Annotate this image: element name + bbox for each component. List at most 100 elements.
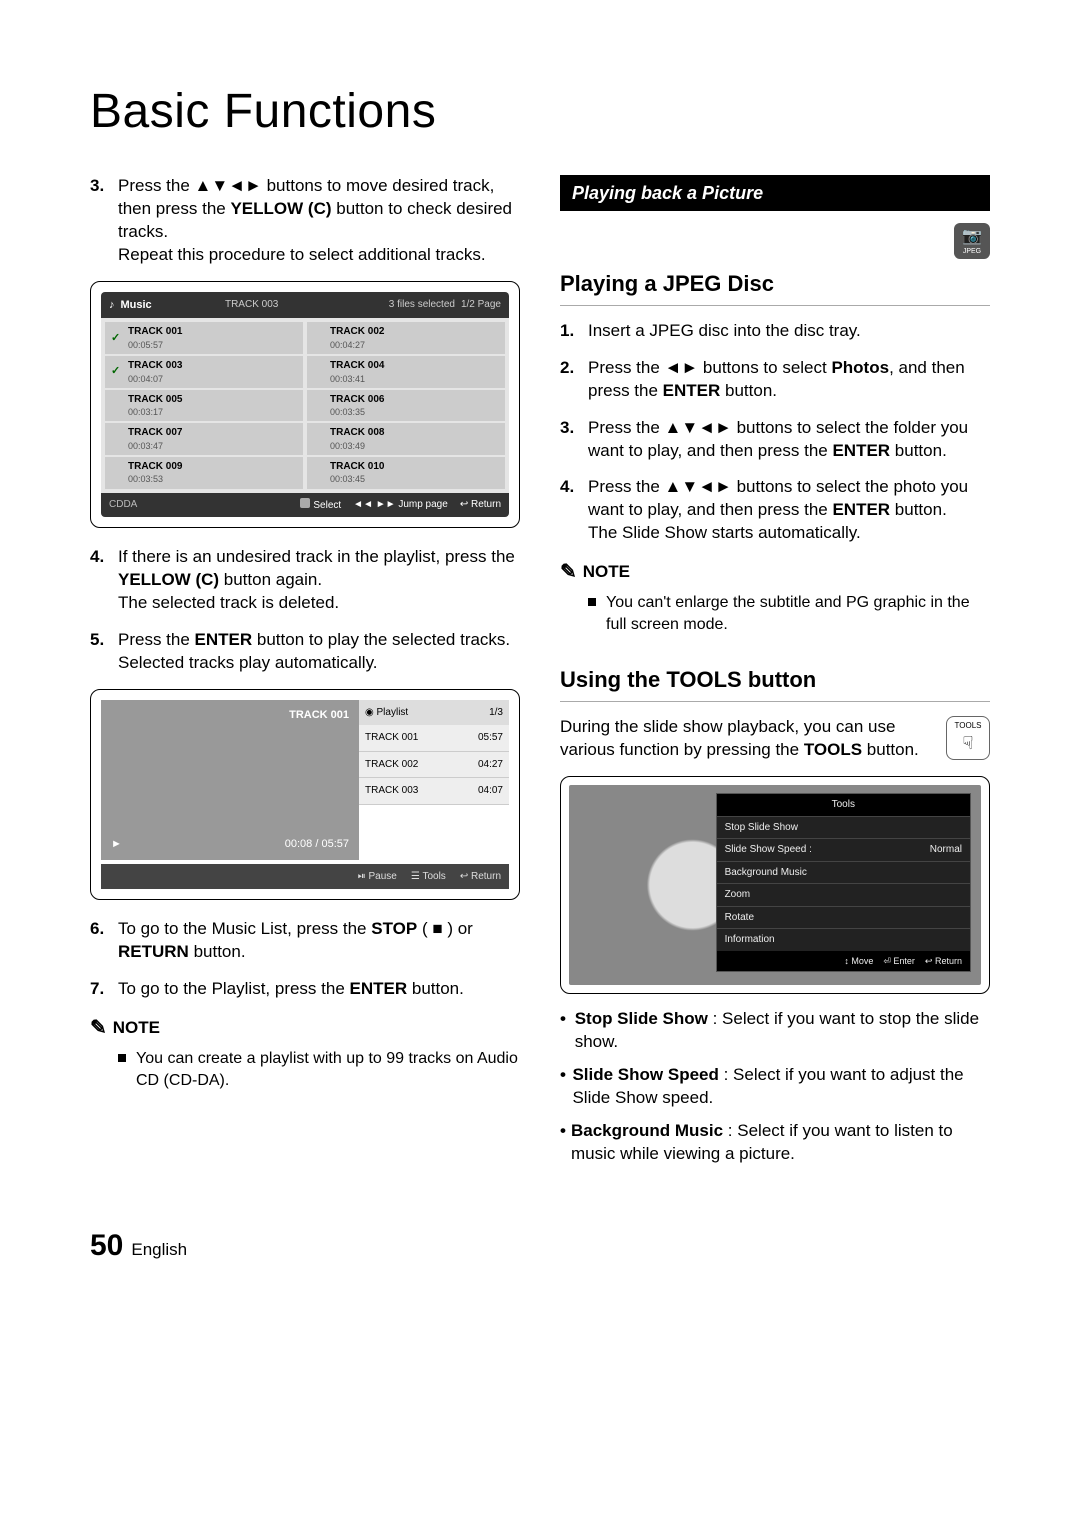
enter-btn: ENTER — [350, 979, 408, 998]
txt: Selected tracks play automatically. — [118, 653, 378, 672]
cdda-label: CDDA — [109, 498, 137, 512]
track-name: TRACK 004 — [330, 359, 384, 373]
track-name: TRACK 002 — [330, 325, 384, 339]
tools-paragraph-wrap: TOOLS ☟ During the slide show playback, … — [560, 716, 990, 762]
txt: Repeat this procedure to select addition… — [118, 245, 486, 264]
tools-screenshot: Tools Stop Slide Show Slide Show Speed :… — [560, 776, 990, 994]
tools-paragraph: During the slide show playback, you can … — [560, 716, 990, 762]
return-hint: ↩ Return — [460, 870, 501, 884]
step-5: 5. Press the ENTER button to play the se… — [90, 629, 520, 675]
step-6: 6. To go to the Music List, press the ST… — [90, 918, 520, 964]
track-name: TRACK 001 — [128, 325, 182, 339]
jpeg-step-2: 2. Press the ◄► buttons to select Photos… — [560, 357, 990, 403]
step-body: Press the ▲▼◄► buttons to select the fol… — [588, 417, 990, 463]
music-list-screenshot: ♪ Music TRACK 003 3 files selected 1/2 P… — [90, 281, 520, 529]
tools-row-label: Slide Show Speed : — [725, 843, 812, 857]
press-hand-icon: ☟ — [963, 731, 974, 755]
txt: Press the — [588, 477, 665, 496]
return-icon: ↩ — [925, 956, 933, 966]
tools-menu-title: Tools — [717, 794, 970, 816]
two-column-layout: 3. Press the ▲▼◄► buttons to move desire… — [90, 175, 990, 1176]
txt: or — [458, 919, 473, 938]
arrow-icons: ▲▼◄► — [665, 418, 732, 437]
txt: button. — [890, 500, 947, 519]
music-title: Music — [121, 298, 219, 313]
track-name: TRACK 003 — [128, 359, 182, 373]
stop-icon: ( ■ ) — [417, 919, 457, 938]
step-body: Insert a JPEG disc into the disc tray. — [588, 320, 990, 343]
music-current: TRACK 003 — [225, 298, 278, 312]
return-btn: RETURN — [118, 942, 189, 961]
return-hint: ↩ Return — [925, 955, 962, 967]
step-7: 7. To go to the Playlist, press the ENTE… — [90, 978, 520, 1001]
step-num: 3. — [560, 417, 588, 463]
playlist-page: 1/3 — [489, 706, 503, 720]
tools-row: Stop Slide Show — [717, 816, 970, 839]
bullet-item: Background Music : Select if you want to… — [560, 1120, 990, 1166]
pl-dur: 04:27 — [478, 758, 503, 772]
track-row: ✓TRACK 00300:04:07 — [105, 356, 303, 388]
jump-hint: ◄◄ ►► Jump page — [353, 498, 448, 512]
return-hint: ↩ Return — [460, 498, 501, 512]
txt: Press the — [588, 358, 665, 377]
tools-word: TOOLS — [804, 740, 862, 759]
tools-row-label: Stop Slide Show — [725, 821, 798, 835]
pl-name: TRACK 003 — [365, 784, 418, 798]
note-heading: ✎ NOTE — [560, 559, 990, 586]
txt: button. — [890, 441, 947, 460]
return-icon: ↩ — [460, 499, 468, 510]
track-dur: 00:03:45 — [330, 473, 384, 485]
music-footer: CDDA Select ◄◄ ►► Jump page ↩ Return — [101, 493, 509, 518]
yellow-c: YELLOW (C) — [230, 199, 331, 218]
bullet-item: Slide Show Speed : Select if you want to… — [560, 1064, 990, 1110]
txt: Press the — [588, 418, 665, 437]
txt: buttons to select — [698, 358, 831, 377]
right-column: Playing back a Picture 📷 JPEG Playing a … — [560, 175, 990, 1176]
playlist-label: ◉ Playlist — [365, 706, 408, 720]
bullet-term: Slide Show Speed — [572, 1065, 718, 1084]
txt: button. — [720, 381, 777, 400]
yellow-c-icon — [300, 498, 310, 508]
txt: The Slide Show starts automatically. — [588, 523, 861, 542]
files-selected: 3 files selected — [389, 298, 455, 312]
skip-icon: ◄◄ ►► — [353, 499, 395, 510]
play-icon: ► — [111, 837, 122, 852]
note-text: You can create a playlist with up to 99 … — [136, 1048, 520, 1091]
note-body: You can create a playlist with up to 99 … — [118, 1048, 520, 1091]
note-label: NOTE — [113, 1017, 160, 1040]
hand-icon: ✎ — [560, 559, 577, 586]
step-body: To go to the Playlist, press the ENTER b… — [118, 978, 520, 1001]
step-body: Press the ◄► buttons to select Photos, a… — [588, 357, 990, 403]
move-icon: ↕ — [844, 956, 849, 966]
stop-btn: STOP — [371, 919, 417, 938]
left-column: 3. Press the ▲▼◄► buttons to move desire… — [90, 175, 520, 1176]
txt: button. — [407, 979, 464, 998]
tools-row: Information — [717, 928, 970, 951]
track-name: TRACK 010 — [330, 460, 384, 474]
enter-btn: ENTER — [832, 500, 890, 519]
pl-name: TRACK 001 — [365, 731, 418, 745]
track-name: TRACK 008 — [330, 426, 384, 440]
playlist-row: TRACK 003 04:07 — [359, 778, 509, 805]
pl-dur: 04:07 — [478, 784, 503, 798]
tools-label: TOOLS — [955, 721, 982, 732]
note-heading: ✎ NOTE — [90, 1015, 520, 1042]
tools-row: Zoom — [717, 883, 970, 906]
tools-row-label: Information — [725, 933, 775, 947]
txt: The selected track is deleted. — [118, 593, 339, 612]
bullet-icon — [588, 598, 596, 606]
tools-menu-footer: ↕ Move ⏎ Enter ↩ Return — [717, 951, 970, 971]
step-num: 2. — [560, 357, 588, 403]
enter-hint: ⏎ Enter — [883, 955, 915, 967]
txt: If there is an undesired track in the pl… — [118, 547, 515, 566]
pause-hint: ⏯ Pause — [358, 870, 397, 884]
page-number: 50 — [90, 1226, 123, 1267]
tools-row: Background Music — [717, 861, 970, 884]
playback-preview: TRACK 001 ► 00:08 / 05:57 — [101, 700, 359, 860]
playback-screenshot: TRACK 001 ► 00:08 / 05:57 ◉ Playlist 1/3… — [90, 689, 520, 901]
playback-footer: ⏯ Pause ☰ Tools ↩ Return — [101, 864, 509, 890]
track-dur: 00:03:17 — [128, 406, 182, 418]
track-dur: 00:04:07 — [128, 373, 182, 385]
txt: button to play the selected tracks. — [252, 630, 510, 649]
playlist-row: TRACK 00105:57 — [359, 725, 509, 752]
